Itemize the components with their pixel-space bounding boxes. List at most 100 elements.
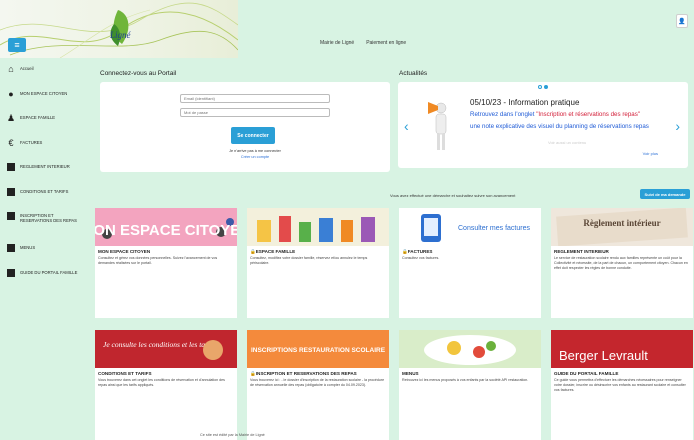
svg-text:Consulter mes factures: Consulter mes factures	[458, 225, 530, 232]
card-image: Consulter mes factures	[399, 208, 541, 246]
sidebar-item-conditions[interactable]: CONDITIONS ET TARIFS	[0, 187, 86, 212]
card-reglement[interactable]: Règlement intérieur REGLEMENT INTERIEUR …	[551, 208, 693, 318]
card-description: Consultez et gérez vos données personnel…	[98, 256, 218, 265]
square-icon	[7, 268, 15, 277]
card-image	[247, 208, 389, 246]
svg-text:Ligné: Ligné	[109, 30, 132, 40]
card-image: MON ESPACE CITOYEN	[95, 208, 237, 246]
news-fade-text: Voir aussi un contenu	[548, 140, 587, 145]
news-date: 05/10/23 - Information pratique	[470, 98, 580, 107]
card-guide[interactable]: Berger Levrault GUIDE DU PORTAIL FAMILLE…	[551, 330, 693, 440]
sidebar-item-label: Accueil	[20, 66, 34, 71]
card-menus[interactable]: MENUS Retrouvez ici les menus proposés à…	[399, 330, 541, 440]
hamburger-icon: ≡	[14, 40, 20, 50]
sidebar-item-espace-famille[interactable]: ♟ ESPACE FAMILLE	[0, 113, 86, 138]
svg-text:INSCRIPTIONS RESTAURATION SCOL: INSCRIPTIONS RESTAURATION SCOLAIRE	[251, 347, 386, 354]
sidebar-item-label: GUIDE DU PORTAIL FAMILLE	[20, 269, 78, 275]
main-content: Connectez-vous au Portail Actualités Se …	[90, 58, 694, 440]
card-factures[interactable]: Consulter mes factures 🔒FACTURES Consult…	[399, 208, 541, 318]
voir-plus-link[interactable]: Voir plus	[643, 151, 658, 156]
card-title: REGLEMENT INTERIEUR	[554, 249, 609, 254]
square-icon	[7, 244, 15, 252]
card-title: GUIDE DU PORTAIL FAMILLE	[554, 371, 619, 376]
card-title: 🔒ESPACE FAMILLE	[250, 249, 295, 255]
sidebar-item-label: FACTURES	[20, 139, 43, 145]
carousel-dot[interactable]	[538, 85, 542, 89]
sidebar-item-label: MON ESPACE CITOYEN	[20, 90, 68, 96]
card-title: 🔒INSCRIPTION et RESERVATIONS DES REPAS	[250, 371, 357, 377]
page: Ligné ≡ Mairie de Ligné Paiement en lign…	[0, 0, 694, 440]
footer-text: Ce site est édité par la Mairie de Ligné	[200, 433, 265, 437]
card-title: CONDITIONS ET TARIFS	[98, 371, 152, 376]
login-card: Se connecter Je n'arrive pas à me connec…	[100, 82, 390, 172]
card-description: Ce guide vous permettra d'effectuer les …	[554, 378, 686, 392]
suivi-demande-button[interactable]: Suivi de ma demande	[640, 189, 690, 199]
card-image: Je consulte les conditions et les tarifs	[95, 330, 237, 368]
card-title-text: INSCRIPTION et RESERVATIONS DES REPAS	[255, 371, 357, 376]
carousel-next-icon[interactable]: ›	[675, 118, 680, 134]
card-image: Règlement intérieur	[551, 208, 693, 246]
header-banner: Ligné ≡	[0, 0, 238, 58]
megaphone-figure-image	[428, 102, 447, 150]
card-description: Consultez, modifiez votre dossier famill…	[250, 256, 368, 265]
card-image: Berger Levrault	[551, 330, 693, 368]
card-image: INSCRIPTIONS RESTAURATION SCOLAIRE	[247, 330, 389, 368]
email-field[interactable]	[180, 94, 330, 103]
sidebar-item-reglement[interactable]: REGLEMENT INTERIEUR	[0, 162, 86, 187]
sidebar-item-label: CONDITIONS ET TARIFS	[20, 188, 69, 194]
sidebar-item-factures[interactable]: € FACTURES	[0, 138, 86, 163]
svg-text:Je consulte les conditions et: Je consulte les conditions et les tarifs	[103, 340, 215, 349]
euro-icon: €	[8, 137, 14, 148]
card-espace-famille[interactable]: 🔒ESPACE FAMILLE Consultez, modifiez votr…	[247, 208, 389, 318]
card-description: Le service de restauration scolaire rend…	[554, 256, 688, 270]
sidebar: ⌂ Accueil ● MON ESPACE CITOYEN ♟ ESPACE …	[0, 58, 86, 440]
square-icon	[7, 187, 15, 196]
user-menu-button[interactable]: 👤	[676, 14, 688, 28]
top-links: Mairie de Ligné Paiement en ligne	[320, 40, 406, 46]
card-title: MENUS	[402, 371, 419, 376]
demarche-text: Vous avez effectué une démarche et souha…	[390, 193, 516, 198]
menu-toggle-button[interactable]: ≡	[8, 38, 26, 52]
square-icon	[7, 212, 15, 220]
news-carousel: ‹ › 05/10/23 - Information pratique Retr…	[398, 82, 688, 168]
create-account-link[interactable]: Créer un compte	[225, 155, 285, 159]
svg-text:MON ESPACE CITOYEN: MON ESPACE CITOYEN	[95, 222, 237, 239]
forgot-link[interactable]: Je n'arrive pas à me connecter	[225, 149, 285, 153]
card-title-text: ESPACE FAMILLE	[255, 249, 296, 254]
sidebar-item-menus[interactable]: MENUS	[0, 243, 86, 268]
user-icon: 👤	[678, 18, 686, 25]
card-description: Retrouvez ici les menus proposés à vos e…	[402, 378, 529, 382]
login-button[interactable]: Se connecter	[231, 127, 275, 144]
home-icon: ⌂	[8, 64, 14, 74]
password-field[interactable]	[180, 108, 330, 117]
sidebar-item-label: INSCRIPTION et RESERVATIONS DES REPAS	[20, 213, 77, 224]
card-conditions-tarifs[interactable]: Je consulte les conditions et les tarifs…	[95, 330, 237, 440]
card-inscription-repas[interactable]: INSCRIPTIONS RESTAURATION SCOLAIRE 🔒INSC…	[247, 330, 389, 440]
ligne-logo[interactable]: Ligné	[100, 8, 140, 48]
card-espace-citoyen[interactable]: MON ESPACE CITOYEN MON ESPACE CITOYEN Co…	[95, 208, 237, 318]
carousel-dot-active[interactable]	[544, 85, 548, 89]
link-paiement[interactable]: Paiement en ligne	[366, 40, 406, 46]
news-line-1-prefix: Retrouvez dans l'onglet	[470, 111, 537, 118]
sidebar-item-espace-citoyen[interactable]: ● MON ESPACE CITOYEN	[0, 89, 86, 114]
sidebar-item-label: MENUS	[20, 245, 36, 250]
sidebar-item-label: REGLEMENT INTERIEUR	[20, 164, 70, 169]
user-icon: ●	[8, 88, 14, 99]
card-description: Vous trouverez ici : - le dossier d'insc…	[250, 378, 385, 387]
sidebar-item-inscription[interactable]: INSCRIPTION et RESERVATIONS DES REPAS	[0, 211, 86, 243]
news-line-1: Retrouvez dans l'onglet "Inscription et …	[470, 111, 640, 118]
news-line-2: une note explicative des visuel du plann…	[470, 123, 649, 130]
login-title: Connectez-vous au Portail	[100, 70, 177, 77]
news-title: Actualités	[399, 70, 428, 77]
card-title: MON ESPACE CITOYEN	[98, 249, 151, 254]
sidebar-item-guide[interactable]: GUIDE DU PORTAIL FAMILLE	[0, 268, 86, 293]
svg-text:Règlement intérieur: Règlement intérieur	[583, 218, 660, 228]
link-mairie[interactable]: Mairie de Ligné	[320, 40, 354, 46]
sidebar-item-accueil[interactable]: ⌂ Accueil	[0, 64, 86, 89]
card-image	[399, 330, 541, 368]
carousel-prev-icon[interactable]: ‹	[404, 118, 409, 134]
card-description: Vous trouverez dans cet onglet les condi…	[98, 378, 225, 387]
svg-text:Berger Levrault: Berger Levrault	[559, 348, 648, 363]
carousel-dots[interactable]	[538, 85, 548, 89]
family-icon: ♟	[6, 113, 16, 123]
